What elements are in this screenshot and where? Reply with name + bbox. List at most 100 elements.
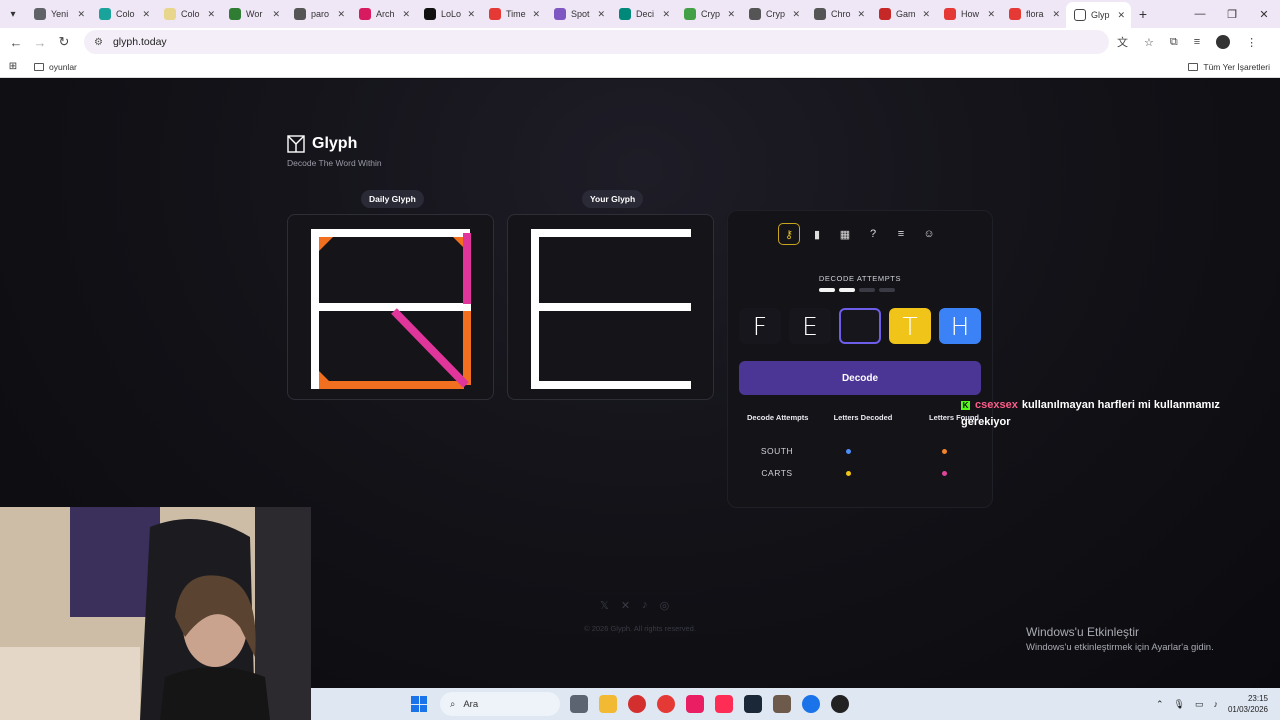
- glyph-logo-icon: [287, 135, 305, 153]
- tab-close-icon[interactable]: ✕: [1117, 10, 1125, 21]
- browser-tab[interactable]: paro ✕: [286, 2, 351, 26]
- bookmark-folder-oyunlar[interactable]: oyunlar: [34, 62, 77, 72]
- chrome-active-icon[interactable]: [802, 695, 820, 713]
- tab-favicon-icon: [359, 8, 371, 20]
- app-bolt-icon[interactable]: [686, 695, 704, 713]
- browser-tab[interactable]: Time ✕: [481, 2, 546, 26]
- windows-activation-watermark: Windows'u Etkinleştir Windows'u etkinleş…: [1026, 625, 1214, 653]
- translate-icon[interactable]: 文: [1117, 34, 1128, 50]
- back-icon[interactable]: ←: [4, 35, 28, 50]
- tab-close-icon[interactable]: ✕: [337, 9, 345, 20]
- browser-tab[interactable]: Arch ✕: [351, 2, 416, 26]
- tab-close-icon[interactable]: ✕: [1052, 9, 1060, 20]
- tab-close-icon[interactable]: ✕: [272, 9, 280, 20]
- url-field[interactable]: ⚙ glyph.today: [84, 30, 1109, 54]
- browser-tab[interactable]: Cryp ✕: [676, 2, 741, 26]
- minimize-icon[interactable]: —: [1184, 8, 1216, 20]
- chrome-icon[interactable]: [657, 695, 675, 713]
- tab-label: Chro: [831, 9, 851, 19]
- all-bookmarks[interactable]: Tüm Yer İşaretleri: [1188, 62, 1270, 72]
- tab-active[interactable]: Glyp ✕: [1066, 2, 1131, 28]
- letters-found-marker: [942, 470, 947, 476]
- browser-tab[interactable]: Gam ✕: [871, 2, 936, 26]
- tray-chevron-icon[interactable]: ⌃: [1156, 699, 1164, 710]
- menu-icon[interactable]: ≡: [890, 223, 912, 245]
- tab-close-icon[interactable]: ✕: [922, 9, 930, 20]
- x-icon[interactable]: 𝕏: [600, 599, 609, 612]
- reload-icon[interactable]: ↻: [52, 34, 76, 50]
- key-icon[interactable]: ⚷: [778, 223, 800, 245]
- volume-icon[interactable]: ♪: [1213, 699, 1218, 709]
- browser-tab[interactable]: Yeni ✕: [26, 2, 91, 26]
- stats-icon[interactable]: ▮: [806, 223, 828, 245]
- attempt-dot: [819, 288, 835, 292]
- tab-close-icon[interactable]: ✕: [857, 9, 865, 20]
- tab-label: Cryp: [701, 9, 721, 19]
- browser-tab[interactable]: How ✕: [936, 2, 1001, 26]
- tab-favicon-icon: [1009, 8, 1021, 20]
- instagram-icon[interactable]: ◎: [660, 599, 670, 612]
- tab-close-icon[interactable]: ✕: [142, 9, 150, 20]
- tab-favicon-icon: [489, 8, 501, 20]
- new-tab-button[interactable]: +: [1131, 6, 1155, 22]
- task-view-icon[interactable]: [570, 695, 588, 713]
- menu-icon[interactable]: ⋮: [1246, 36, 1257, 49]
- maximize-icon[interactable]: ❐: [1216, 8, 1248, 21]
- browser-tab[interactable]: Wor ✕: [221, 2, 286, 26]
- letter-tile[interactable]: [839, 308, 881, 344]
- browser-tab[interactable]: flora ✕: [1001, 2, 1066, 26]
- decode-button[interactable]: Decode: [739, 361, 981, 395]
- user-icon[interactable]: ☺: [918, 223, 940, 245]
- help-icon[interactable]: ?: [862, 223, 884, 245]
- browser-tab[interactable]: Deci ✕: [611, 2, 676, 26]
- tab-label: Gam: [896, 9, 916, 19]
- app-red-icon[interactable]: [628, 695, 646, 713]
- file-explorer-icon[interactable]: [599, 695, 617, 713]
- tab-close-icon[interactable]: ✕: [792, 9, 800, 20]
- taskbar-search[interactable]: ⌕ Ara: [440, 692, 560, 716]
- letter-tile[interactable]: F: [739, 308, 781, 344]
- browser-tab[interactable]: Cryp ✕: [741, 2, 806, 26]
- browser-tab[interactable]: LoLo ✕: [416, 2, 481, 26]
- bluesky-icon[interactable]: ✕: [621, 599, 630, 612]
- browser-tab[interactable]: Chro ✕: [806, 2, 871, 26]
- letter-tile[interactable]: T: [889, 308, 931, 344]
- tab-close-icon[interactable]: ✕: [662, 9, 670, 20]
- tiktok-icon[interactable]: ♪: [642, 599, 648, 612]
- tab-close-icon[interactable]: ✕: [77, 9, 85, 20]
- browser-tab[interactable]: Colo ✕: [156, 2, 221, 26]
- browser-tab-bar: ▾ Yeni ✕ Colo ✕ Colo ✕ Wor ✕ paro ✕ Arch ✕ LoLo ✕ Time…: [0, 0, 1280, 28]
- music-icon[interactable]: [715, 695, 733, 713]
- tab-close-icon[interactable]: ✕: [467, 9, 475, 20]
- tab-search-icon[interactable]: ▾: [0, 9, 26, 20]
- forward-icon[interactable]: →: [28, 35, 52, 50]
- game-icon[interactable]: [773, 695, 791, 713]
- clock[interactable]: 23:15 01/03/2026: [1228, 693, 1268, 715]
- site-info-icon[interactable]: ⚙: [94, 37, 103, 48]
- microphone-icon[interactable]: 🎙: [1174, 699, 1185, 710]
- windows-start-icon[interactable]: [411, 696, 427, 712]
- tab-close-icon[interactable]: ✕: [207, 9, 215, 20]
- tab-close-icon[interactable]: ✕: [987, 9, 995, 20]
- tab-close-icon[interactable]: ✕: [532, 9, 540, 20]
- network-icon[interactable]: ▭: [1195, 699, 1204, 710]
- profile-avatar[interactable]: [1216, 35, 1231, 49]
- obs-icon[interactable]: [831, 695, 849, 713]
- media-icon[interactable]: ≡: [1194, 36, 1200, 48]
- steam-icon[interactable]: [744, 695, 762, 713]
- apps-grid-icon[interactable]: ⊞: [0, 61, 26, 72]
- letter-tile[interactable]: H: [939, 308, 981, 344]
- letter-tile[interactable]: E: [789, 308, 831, 344]
- close-window-icon[interactable]: ✕: [1248, 8, 1280, 21]
- calendar-icon[interactable]: ▦: [834, 223, 856, 245]
- extensions-icon[interactable]: ⧉: [1170, 36, 1178, 49]
- daily-glyph-drawing: [311, 229, 471, 389]
- browser-tab[interactable]: Spot ✕: [546, 2, 611, 26]
- tab-close-icon[interactable]: ✕: [402, 9, 410, 20]
- browser-tab[interactable]: Colo ✕: [91, 2, 156, 26]
- bookmark-star-icon[interactable]: ☆: [1144, 36, 1154, 49]
- tab-close-icon[interactable]: ✕: [727, 9, 735, 20]
- tab-favicon-icon: [879, 8, 891, 20]
- tab-close-icon[interactable]: ✕: [597, 9, 605, 20]
- search-icon: ⌕: [450, 698, 456, 710]
